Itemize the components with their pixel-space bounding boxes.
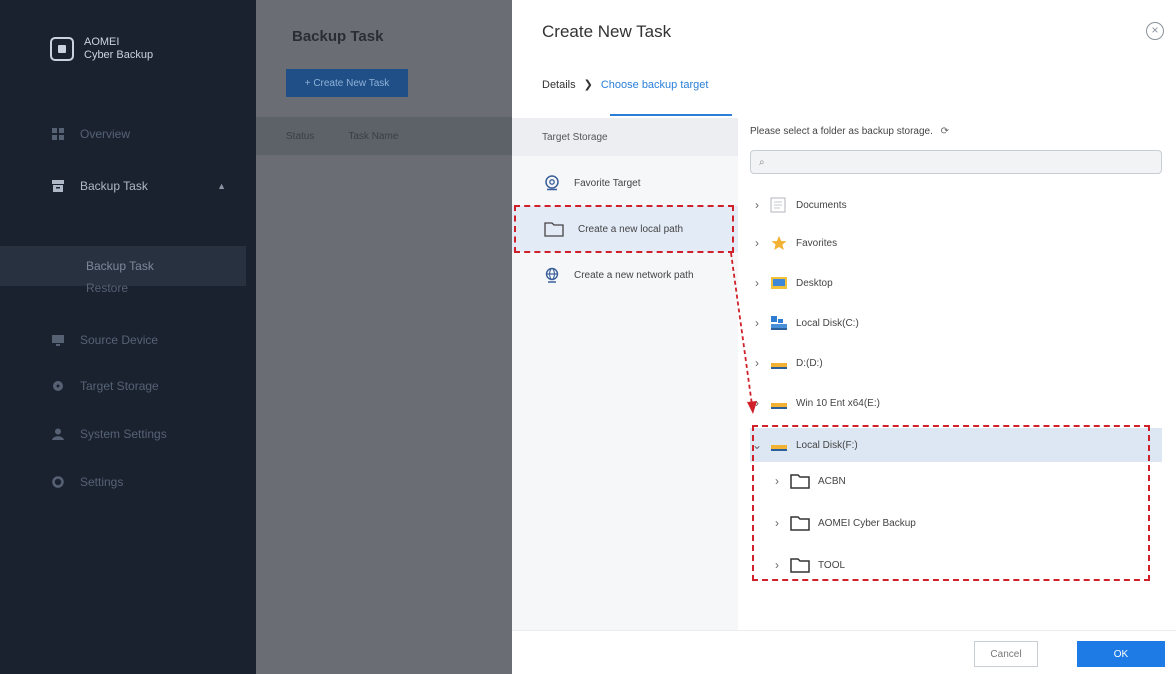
nav-target-storage[interactable]: Target Storage [0, 366, 246, 406]
tree-item-win10-e[interactable]: › Win 10 Ent x64(E:) [750, 384, 1162, 422]
folder-search-input[interactable]: ⌕ [750, 150, 1162, 174]
network-globe-icon [544, 267, 560, 283]
task-table-header: Status Task Name [256, 117, 512, 155]
tree-item-label: D:(D:) [796, 357, 823, 369]
chevron-right-icon[interactable]: › [750, 236, 764, 250]
folder-hint: Please select a folder as backup storage… [750, 126, 949, 137]
tree-item-desktop[interactable]: › Desktop [750, 264, 1162, 302]
nav-settings[interactable]: Settings [0, 462, 246, 502]
tree-item-label: Favorites [796, 237, 838, 249]
nav-backup-task-group[interactable]: Backup Task ▲ [0, 166, 246, 206]
active-step-underline [610, 114, 732, 116]
nav-source-device-label: Source Device [80, 333, 159, 347]
close-icon[interactable]: × [1146, 22, 1164, 40]
tree-item-label: Desktop [796, 277, 833, 289]
highlight-box-disk-f [752, 425, 1150, 581]
chevron-right-icon[interactable]: › [750, 276, 764, 290]
gear-icon [52, 476, 64, 488]
chevron-right-icon[interactable]: › [750, 198, 764, 212]
step-details[interactable]: Details [542, 79, 576, 91]
target-new-network-path-label: Create a new network path [574, 269, 694, 281]
chevron-right-icon[interactable]: › [750, 396, 764, 410]
chevron-right-icon[interactable]: › [750, 316, 764, 330]
tree-item-label: Local Disk(C:) [796, 317, 859, 329]
target-favorite-label: Favorite Target [574, 177, 641, 189]
target-storage-header: Target Storage [512, 118, 738, 156]
main-area-overlay: Backup Task + Create New Task Status Tas… [256, 0, 512, 674]
tree-item-label: Win 10 Ent x64(E:) [796, 397, 880, 409]
dialog-title: Create New Task [542, 22, 672, 41]
highlight-box-local-path [514, 205, 734, 253]
folder-hint-text: Please select a folder as backup storage… [750, 126, 933, 137]
app-sidebar: AOMEI Cyber Backup Overview Backup Task … [0, 0, 256, 674]
target-new-network-path[interactable]: Create a new network path [512, 252, 738, 298]
drive-icon [770, 395, 788, 411]
disk-icon [52, 380, 64, 392]
logo-line-1: AOMEI [84, 36, 120, 48]
step-choose-target[interactable]: Choose backup target [601, 79, 709, 91]
refresh-icon[interactable]: ⟳ [941, 126, 949, 137]
tree-item-documents[interactable]: › Documents [750, 186, 1162, 224]
logo-icon [50, 37, 74, 61]
page-title: Backup Task [292, 28, 384, 45]
star-icon [770, 235, 788, 251]
column-status: Status [286, 130, 315, 142]
column-task-name: Task Name [348, 130, 399, 142]
app-logo: AOMEI Cyber Backup [50, 36, 153, 62]
logo-line-2: Cyber Backup [84, 49, 154, 61]
nav-restore-label: Restore [86, 281, 129, 295]
search-icon: ⌕ [759, 156, 765, 168]
nav-overview-label: Overview [80, 127, 131, 141]
tree-item-disk-d[interactable]: › D:(D:) [750, 344, 1162, 382]
desktop-folder-icon [770, 275, 788, 291]
nav-source-device[interactable]: Source Device [0, 320, 246, 360]
tree-item-label: Documents [796, 199, 847, 211]
ok-button[interactable]: OK [1077, 641, 1165, 667]
step-breadcrumb: Details ❯ Choose backup target [542, 78, 709, 92]
chevron-up-icon: ▲ [217, 181, 226, 191]
nav-settings-label: Settings [80, 475, 124, 489]
nav-system-settings[interactable]: System Settings [0, 414, 246, 454]
drive-icon [770, 355, 788, 371]
nav-restore[interactable]: Restore [0, 268, 246, 308]
nav-backup-task-group-label: Backup Task [80, 179, 148, 193]
cancel-button[interactable]: Cancel [974, 641, 1038, 667]
monitor-icon [52, 334, 64, 346]
dialog-footer: Cancel OK [512, 630, 1176, 674]
chevron-right-icon[interactable]: › [750, 356, 764, 370]
document-folder-icon [770, 197, 788, 213]
nav-overview[interactable]: Overview [0, 114, 246, 154]
nav-target-storage-label: Target Storage [80, 379, 159, 393]
tree-item-local-disk-c[interactable]: › Local Disk(C:) [750, 304, 1162, 342]
target-storage-panel: Target Storage Favorite Target Create a … [512, 118, 738, 630]
tree-item-favorites[interactable]: › Favorites [750, 224, 1162, 262]
archive-icon [52, 180, 64, 192]
person-icon [52, 428, 64, 440]
grid-icon [52, 128, 64, 140]
create-new-task-button[interactable]: + Create New Task [286, 69, 408, 97]
target-favorite[interactable]: Favorite Target [512, 160, 738, 206]
location-pin-icon [544, 175, 560, 191]
logo-text: AOMEI Cyber Backup [84, 36, 153, 62]
system-drive-icon [770, 315, 788, 331]
chevron-right-icon: ❯ [583, 79, 593, 91]
nav-system-settings-label: System Settings [80, 427, 167, 441]
